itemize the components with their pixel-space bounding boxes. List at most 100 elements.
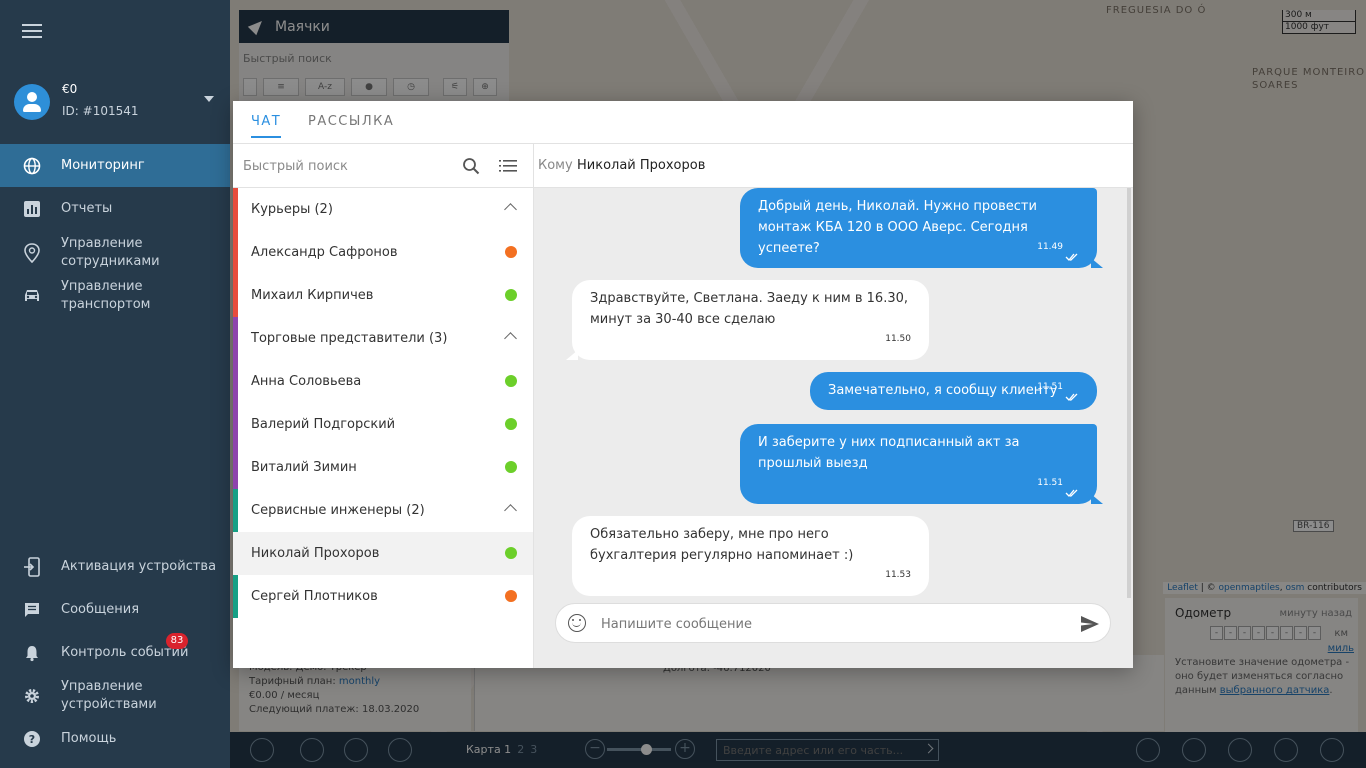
device-activation-icon <box>22 556 42 577</box>
group-name: Торговые представители (3) <box>251 331 448 346</box>
nav-label: Мониторинг <box>61 157 145 173</box>
contact-name: Сергей Плотников <box>251 589 378 604</box>
contacts-search-input[interactable] <box>243 154 453 178</box>
bar-chart-icon <box>22 199 42 219</box>
message-icon <box>22 600 42 620</box>
nav-item-device-management[interactable]: Управление устройствами <box>0 674 230 717</box>
message-outgoing: И заберите у них подписанный акт за прош… <box>740 424 1097 504</box>
location-pin-icon <box>22 243 42 263</box>
nav-item-vehicles[interactable]: Управление транспортом <box>0 274 230 318</box>
nav-label: Активация устройства <box>61 558 217 574</box>
nav-item-help[interactable]: ? Помощь <box>0 717 230 760</box>
car-icon <box>22 286 42 306</box>
tab-broadcast[interactable]: РАССЫЛКА <box>308 114 394 129</box>
chevron-up-icon[interactable] <box>504 203 517 216</box>
contact-name: Николай Прохоров <box>251 546 380 561</box>
contact-row[interactable]: Александр Сафронов <box>233 231 533 274</box>
gear-icon <box>22 686 42 706</box>
emoji-icon[interactable] <box>568 614 586 632</box>
nav-item-event-control[interactable]: Контроль событий 83 <box>0 631 230 674</box>
status-dot <box>505 375 517 387</box>
double-check-icon <box>1065 388 1079 401</box>
nav-item-monitoring[interactable]: Мониторинг <box>0 144 230 187</box>
status-dot <box>505 246 517 258</box>
contact-name: Валерий Подгорский <box>251 417 396 432</box>
user-id: ID: #101541 <box>62 104 139 118</box>
message-text: И заберите у них подписанный акт за прош… <box>758 435 1020 471</box>
message-outgoing: Добрый день, Николай. Нужно провести мон… <box>740 188 1097 268</box>
event-count-badge: 83 <box>166 633 188 649</box>
status-dot <box>505 590 517 602</box>
contact-row-selected[interactable]: Николай Прохоров <box>233 532 533 575</box>
group-name: Курьеры (2) <box>251 202 333 217</box>
nav-label: Управление сотрудниками <box>61 236 160 269</box>
sidebar: €0 ID: #101541 Мониторинг Отчеты Управле… <box>0 0 230 768</box>
chevron-up-icon[interactable] <box>504 332 517 345</box>
contact-row[interactable]: Валерий Подгорский <box>233 403 533 446</box>
nav-label: Управление устройствами <box>61 678 157 712</box>
group-name: Сервисные инженеры (2) <box>251 503 425 518</box>
message-input[interactable] <box>601 613 1051 635</box>
bubble-tail <box>1091 258 1103 268</box>
contact-name: Анна Соловьева <box>251 374 362 389</box>
message-scrollbar[interactable] <box>1127 188 1131 598</box>
bubble-tail <box>1091 494 1103 504</box>
nav-item-device-activation[interactable]: Активация устройства <box>0 545 230 588</box>
bell-icon <box>22 643 42 663</box>
contact-row[interactable]: Анна Соловьева <box>233 360 533 403</box>
message-text: Замечательно, я сообщу клиенту <box>828 383 1058 398</box>
message-text: Здравствуйте, Светлана. Заеду к ним в 16… <box>590 291 909 327</box>
messages-modal: ЧАТ РАССЫЛКА Курьеры (2) Александр Сафро… <box>233 101 1133 668</box>
message-outgoing: Замечательно, я сообщу клиенту 11.51 <box>810 372 1097 410</box>
group-header-sales-reps[interactable]: Торговые представители (3) <box>233 317 533 360</box>
status-dot <box>505 461 517 473</box>
contact-name: Виталий Зимин <box>251 460 357 475</box>
double-check-icon <box>1065 248 1079 261</box>
nav-label: Управление транспортом <box>61 279 151 312</box>
message-time: 11.50 <box>885 334 911 344</box>
recipient-row: Кому Николай Прохоров <box>534 144 1133 188</box>
user-balance: €0 <box>62 82 78 96</box>
list-view-icon[interactable] <box>499 158 517 174</box>
help-icon: ? <box>22 729 42 749</box>
search-icon[interactable] <box>462 157 480 175</box>
contacts-panel: Курьеры (2) Александр Сафронов Михаил Ки… <box>233 144 534 668</box>
user-panel[interactable]: €0 ID: #101541 <box>14 82 214 122</box>
bubble-tail <box>566 350 578 360</box>
status-dot <box>505 418 517 430</box>
contact-name: Александр Сафронов <box>251 245 398 260</box>
globe-icon <box>22 156 42 176</box>
group-header-service-engineers[interactable]: Сервисные инженеры (2) <box>233 489 533 532</box>
nav-item-reports[interactable]: Отчеты <box>0 187 230 230</box>
nav-label: Отчеты <box>61 200 113 216</box>
contact-name: Михаил Кирпичев <box>251 288 374 303</box>
contacts-search-row <box>233 144 533 188</box>
composer-box <box>555 603 1111 643</box>
recipient-name: Николай Прохоров <box>577 158 706 173</box>
contact-row[interactable]: Михаил Кирпичев <box>233 274 533 317</box>
contact-row[interactable]: Виталий Зимин <box>233 446 533 489</box>
group-header-couriers[interactable]: Курьеры (2) <box>233 188 533 231</box>
chevron-down-icon[interactable] <box>204 96 214 102</box>
message-incoming: Здравствуйте, Светлана. Заеду к ним в 16… <box>572 280 929 360</box>
message-time: 11.49 <box>1037 242 1063 252</box>
nav-item-employees[interactable]: Управление сотрудниками <box>0 231 230 275</box>
message-list[interactable]: Добрый день, Николай. Нужно провести мон… <box>534 188 1133 598</box>
nav-label: Помощь <box>61 730 117 746</box>
contact-row[interactable]: Сергей Плотников <box>233 575 533 618</box>
message-text: Добрый день, Николай. Нужно провести мон… <box>758 199 1037 256</box>
tab-chat[interactable]: ЧАТ <box>251 114 282 138</box>
status-dot <box>505 547 517 559</box>
message-incoming: Обязательно заберу, мне про него бухгалт… <box>572 516 929 596</box>
avatar <box>14 84 50 120</box>
chevron-up-icon[interactable] <box>504 504 517 517</box>
nav-item-messages[interactable]: Сообщения <box>0 588 230 631</box>
hamburger-menu-icon[interactable] <box>22 24 42 40</box>
send-icon[interactable] <box>1080 615 1100 633</box>
double-check-icon <box>1065 484 1079 497</box>
recipient-label: Кому <box>538 158 573 173</box>
message-time: 11.51 <box>1037 382 1063 392</box>
message-composer <box>534 598 1133 668</box>
message-text: Обязательно заберу, мне про него бухгалт… <box>590 527 854 563</box>
nav-label: Сообщения <box>61 601 140 617</box>
